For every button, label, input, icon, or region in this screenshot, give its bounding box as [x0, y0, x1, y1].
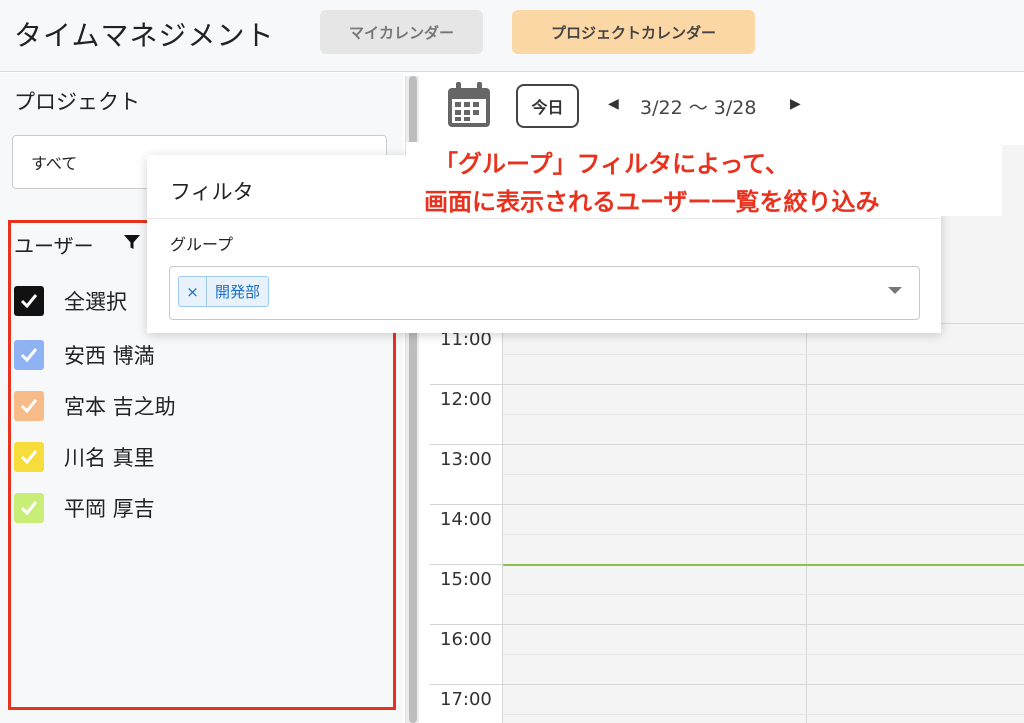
- half-hour-line: [503, 594, 1024, 595]
- time-label: 14:00: [440, 509, 492, 530]
- date-range: 3/22 〜 3/28: [640, 97, 757, 119]
- half-hour-line: [503, 474, 1024, 475]
- hour-line: [430, 504, 1024, 505]
- half-hour-line: [503, 534, 1024, 535]
- filter-popup-title: フィルタ: [170, 180, 254, 204]
- time-label: 12:00: [440, 389, 492, 410]
- group-label: グループ: [170, 235, 234, 254]
- calendar-icon[interactable]: [446, 81, 492, 129]
- tab-project-calendar[interactable]: プロジェクトカレンダー: [512, 10, 755, 54]
- tag-remove-icon[interactable]: ×: [179, 277, 207, 306]
- group-multiselect[interactable]: [169, 266, 920, 320]
- next-week-icon[interactable]: ▶: [790, 96, 801, 112]
- app-header: タイムマネジメント マイカレンダー プロジェクトカレンダー: [0, 0, 1024, 72]
- time-label: 13:00: [440, 449, 492, 470]
- annotation-line-1: 「グループ」フィルタによって、: [434, 150, 789, 178]
- hour-line: [430, 684, 1024, 685]
- project-label: プロジェクト: [14, 90, 140, 114]
- tag-label: 開発部: [215, 283, 261, 301]
- annotation-line-2: 画面に表示されるユーザー一覧を絞り込み: [424, 188, 880, 216]
- today-button[interactable]: 今日: [516, 84, 579, 128]
- time-label: 15:00: [440, 569, 492, 590]
- hour-line: [430, 444, 1024, 445]
- app-title: タイムマネジメント: [14, 19, 275, 52]
- half-hour-line: [503, 714, 1024, 715]
- prev-week-icon[interactable]: ◀: [608, 96, 619, 112]
- half-hour-line: [503, 654, 1024, 655]
- hour-line: [430, 624, 1024, 625]
- time-label: 16:00: [440, 629, 492, 650]
- half-hour-line: [503, 354, 1024, 355]
- hour-line: [430, 384, 1024, 385]
- half-hour-line: [503, 414, 1024, 415]
- time-label: 17:00: [440, 689, 492, 710]
- dropdown-arrow-icon[interactable]: [888, 287, 902, 294]
- tab-my-calendar[interactable]: マイカレンダー: [320, 10, 483, 54]
- group-tag: × 開発部: [178, 276, 270, 307]
- popup-divider: [147, 218, 941, 219]
- current-time-line: [503, 564, 1024, 566]
